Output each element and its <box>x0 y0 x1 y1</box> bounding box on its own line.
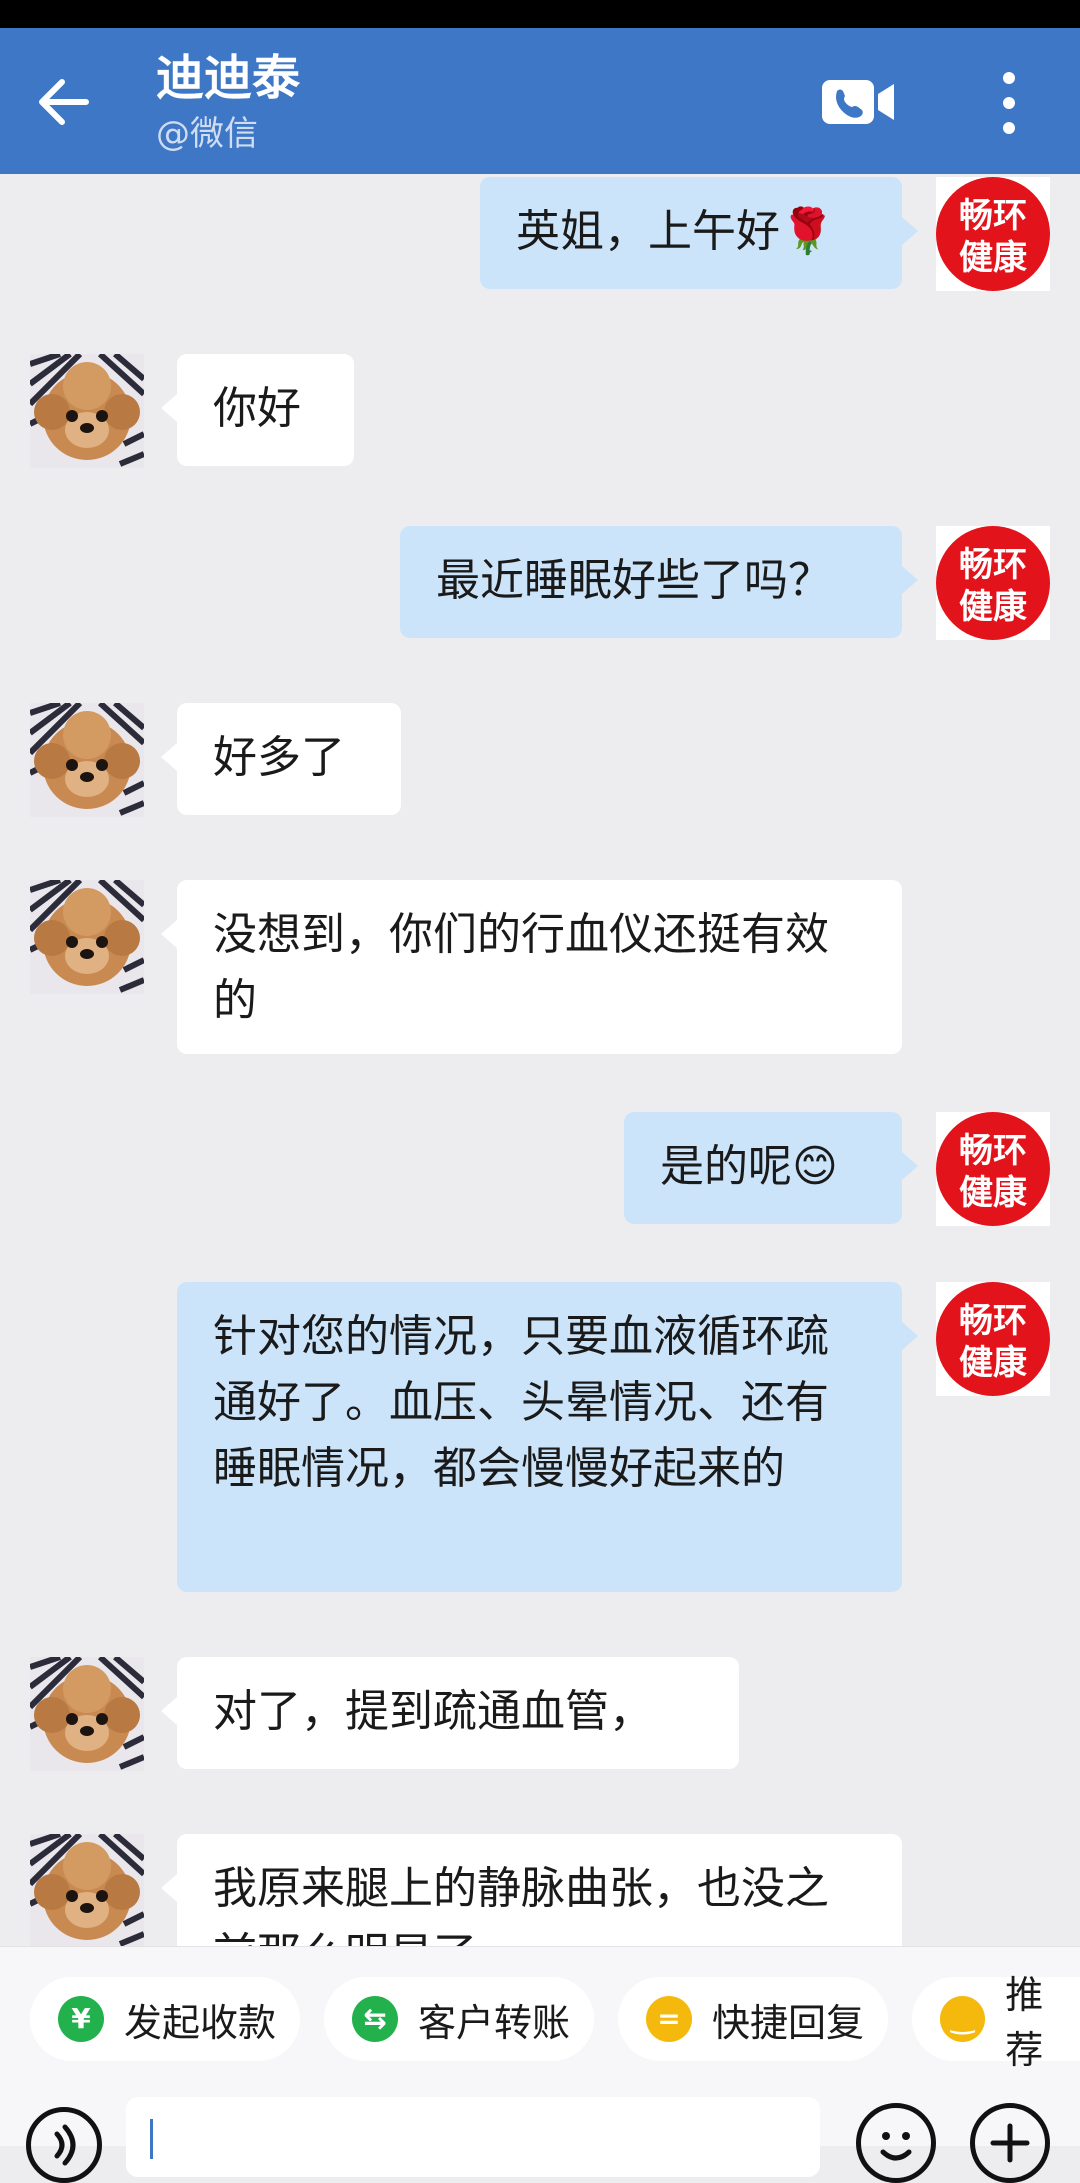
brand-logo-icon: 畅环健康 <box>936 1282 1050 1396</box>
svg-text:健康: 健康 <box>959 1173 1027 1213</box>
emoji-icon <box>880 2132 912 2161</box>
quick-action-label: 推荐 <box>1005 1973 1044 2072</box>
svg-text:畅环: 畅环 <box>959 196 1027 236</box>
voice-icon <box>54 2124 76 2166</box>
quick-action-label: 发起收款 <box>124 2000 277 2045</box>
message-bubble-outgoing[interactable]: 针对您的情况，只要血液循环疏通好了。血压、头晕情况、还有睡眠情况，都会慢慢好起来… <box>177 1282 918 1592</box>
message-text: 最近睡眠好些了吗？ <box>436 555 832 606</box>
poodle-photo-icon <box>30 354 144 468</box>
message-text: 针对您的情况，只要血液循环疏通好了。血压、头晕情况、还有睡眠情况，都会慢慢好起来… <box>213 1311 829 1494</box>
contact-avatar[interactable] <box>30 880 144 994</box>
agent-avatar[interactable]: 畅环 健康 <box>936 1282 1050 1396</box>
message-bubble-incoming[interactable]: 对了，提到疏通血管， <box>161 1657 739 1769</box>
poodle-photo-icon <box>30 1657 144 1771</box>
poodle-photo-icon <box>30 880 144 994</box>
quick-reply-icon: = <box>646 1996 692 2042</box>
agent-avatar[interactable]: 畅环 健康 <box>936 526 1050 640</box>
quick-action-collect-payment[interactable]: ¥ 发起收款 <box>30 1977 300 2061</box>
more-options-button[interactable] <box>985 68 1033 138</box>
message-text: 没想到，你们的行血仪还挺有效的 <box>213 909 829 1026</box>
message-bubble-outgoing[interactable]: 是的呢😊 <box>624 1112 918 1224</box>
message-text: 是的呢😊 <box>660 1141 838 1192</box>
message-text: 你好 <box>213 383 301 434</box>
brand-logo-icon: 畅环健康 <box>936 1112 1050 1226</box>
poodle-photo-icon <box>30 703 144 817</box>
chat-header: 迪迪泰 @微信 <box>0 28 1080 174</box>
arrow-left-icon <box>39 79 89 125</box>
voice-input-button[interactable] <box>26 2107 102 2183</box>
quick-action-customer-transfer[interactable]: ⇆ 客户转账 <box>324 1977 594 2061</box>
video-call-button[interactable] <box>820 74 900 130</box>
message-input[interactable] <box>126 2097 820 2177</box>
message-bubble-incoming[interactable]: 你好 <box>161 354 354 466</box>
agent-avatar[interactable]: 畅环 健康 <box>936 177 1050 291</box>
svg-text:健康: 健康 <box>959 587 1027 627</box>
agent-avatar[interactable]: 畅环 健康 <box>936 1112 1050 1226</box>
more-functions-button[interactable] <box>970 2103 1050 2183</box>
emoji-button[interactable] <box>856 2103 936 2183</box>
more-vertical-icon <box>1003 72 1015 134</box>
contact-avatar[interactable] <box>30 354 144 468</box>
transfer-icon: ⇆ <box>352 1996 398 2042</box>
brand-logo-icon: 畅环健康 <box>936 177 1050 291</box>
recommend-icon: ‿ <box>940 1996 986 2042</box>
svg-text:健康: 健康 <box>959 238 1027 278</box>
message-bubble-incoming[interactable]: 好多了 <box>161 703 401 815</box>
contact-avatar[interactable] <box>30 1834 144 1946</box>
quick-action-quick-reply[interactable]: = 快捷回复 <box>618 1977 888 2061</box>
message-text: 对了，提到疏通血管， <box>213 1686 653 1737</box>
message-text: 好多了 <box>213 732 345 783</box>
message-bubble-incoming[interactable]: 没想到，你们的行血仪还挺有效的 <box>161 880 902 1054</box>
svg-text:健康: 健康 <box>959 1343 1027 1383</box>
quick-action-label: 快捷回复 <box>712 2000 865 2045</box>
back-button[interactable] <box>34 72 94 132</box>
svg-text:畅环: 畅环 <box>959 1131 1027 1171</box>
message-bubble-incoming[interactable]: 我原来腿上的静脉曲张，也没之前那么明显了 <box>161 1834 902 1946</box>
bottom-toolbar: ¥ 发起收款 ⇆ 客户转账 = 快捷回复 ‿ 推荐 <box>0 1946 1080 2183</box>
video-call-icon <box>822 80 894 124</box>
contact-source: @微信 <box>156 114 258 154</box>
brand-logo-icon: 畅环健康 <box>936 526 1050 640</box>
contact-avatar[interactable] <box>30 703 144 817</box>
poodle-photo-icon <box>30 1834 144 1946</box>
svg-text:畅环: 畅环 <box>959 1301 1027 1341</box>
text-caret <box>150 2119 153 2159</box>
chat-message-list[interactable]: 英姐，上午好🌹 畅环 健康 你好 最近睡眠好些了吗？ 畅环 健康 好多了 没想到，你… <box>0 174 1080 1946</box>
yuan-shield-icon: ¥ <box>58 1996 104 2042</box>
contact-name: 迪迪泰 <box>156 50 301 106</box>
plus-icon <box>990 2123 1030 2163</box>
message-text: 英姐，上午好🌹 <box>516 206 835 257</box>
quick-action-label: 客户转账 <box>418 2000 571 2045</box>
svg-text:畅环: 畅环 <box>959 545 1027 585</box>
quick-action-recommend[interactable]: ‿ 推荐 <box>912 1973 1080 2072</box>
message-bubble-outgoing[interactable]: 最近睡眠好些了吗？ <box>400 526 918 638</box>
status-bar <box>0 0 1080 28</box>
message-text: 我原来腿上的静脉曲张，也没之前那么明显了 <box>213 1863 829 1946</box>
contact-avatar[interactable] <box>30 1657 144 1771</box>
message-bubble-outgoing[interactable]: 英姐，上午好🌹 <box>480 177 918 289</box>
